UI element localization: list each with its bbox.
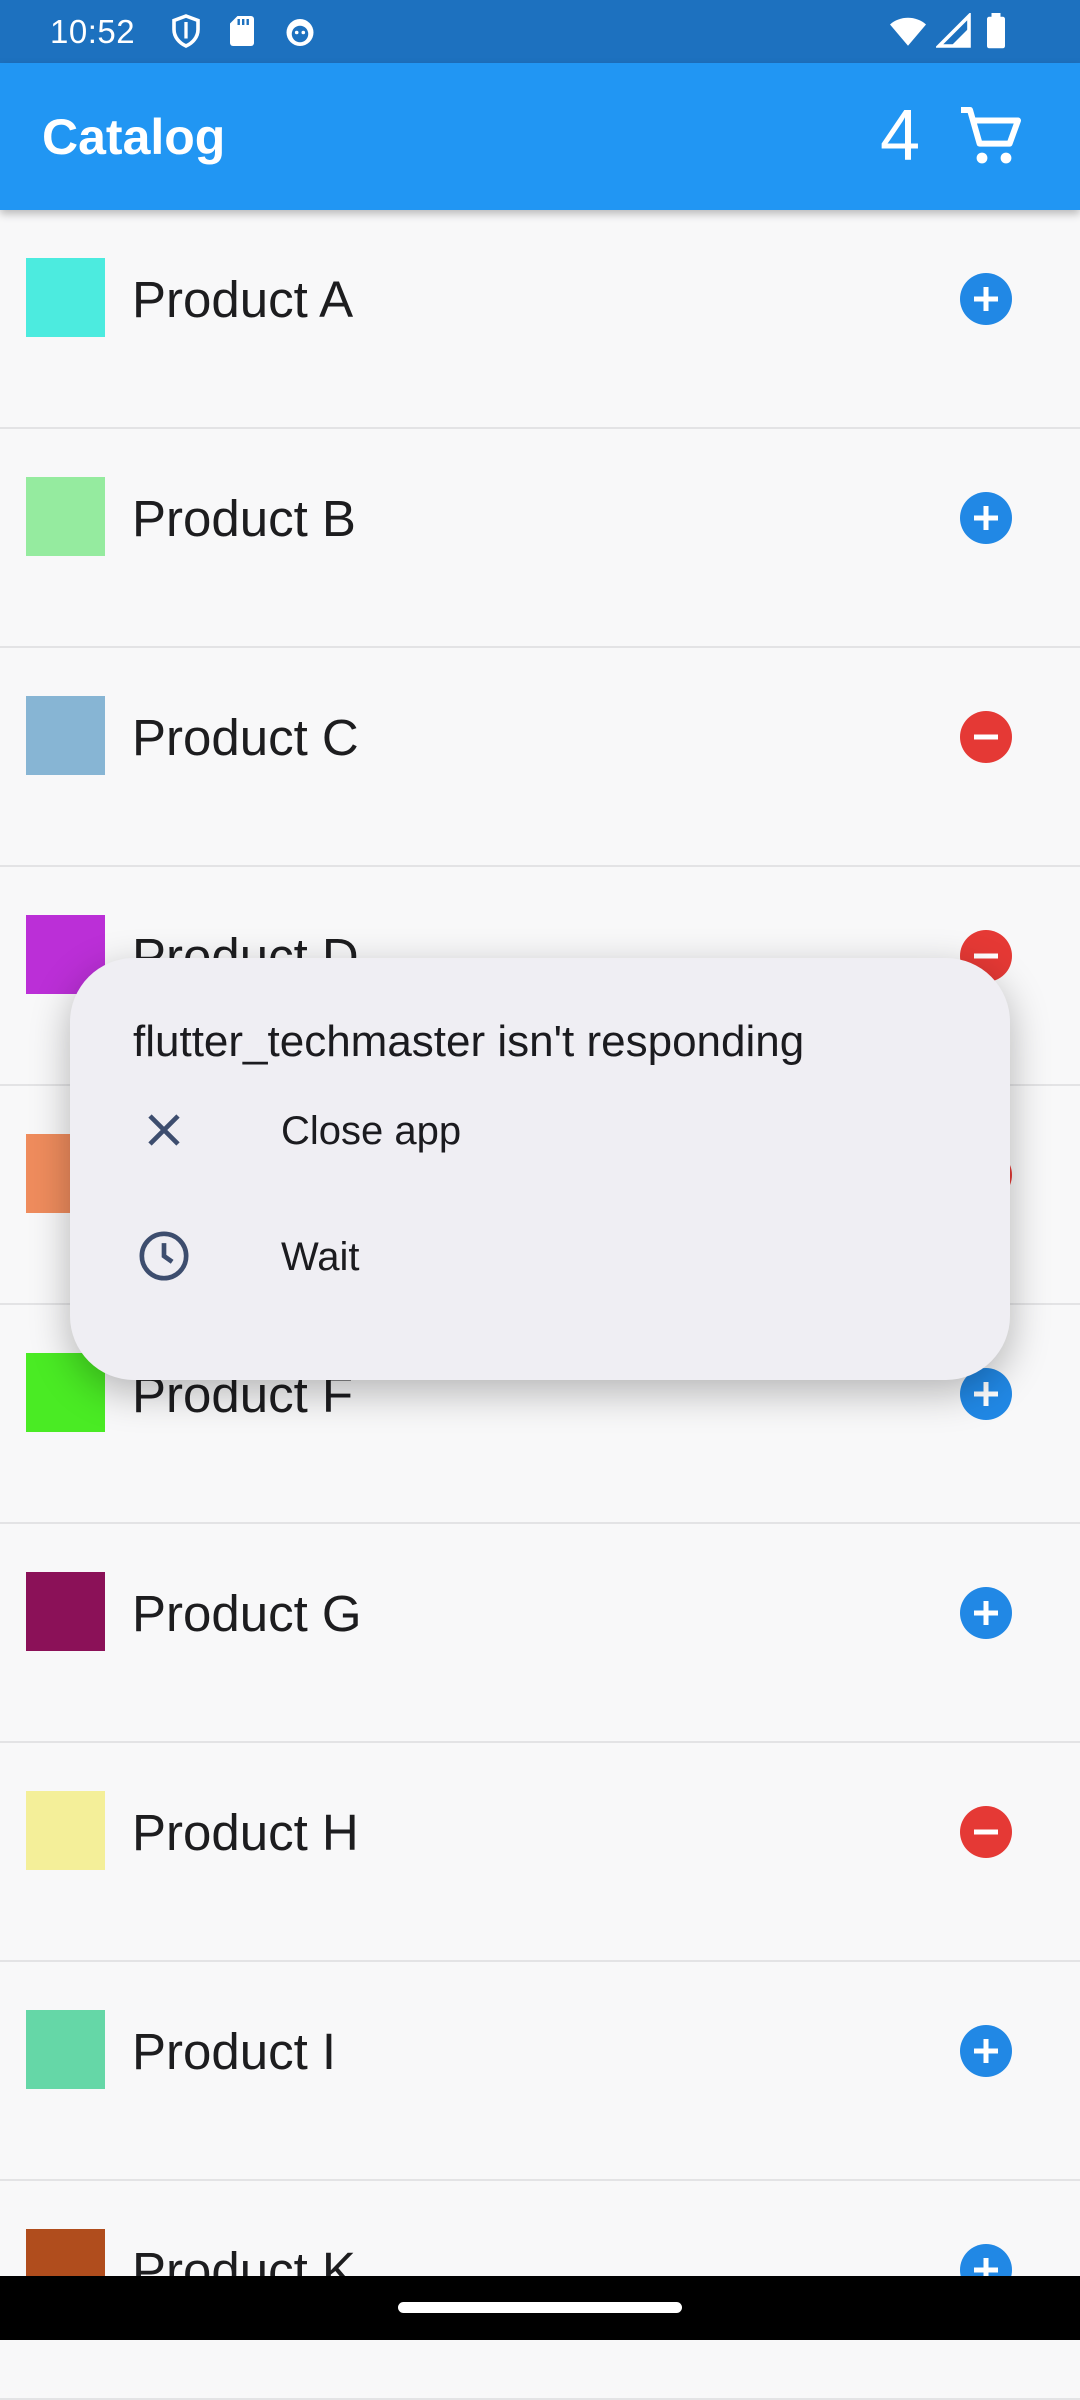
wait-label: Wait bbox=[281, 1235, 360, 1279]
anr-dialog: flutter_techmaster isn't responding Clos… bbox=[70, 958, 1010, 1380]
product-name: Product G bbox=[132, 1585, 362, 1642]
close-icon bbox=[136, 1102, 192, 1158]
shopping-cart-icon[interactable] bbox=[955, 101, 1027, 173]
add-to-cart-icon[interactable] bbox=[960, 1587, 1012, 1639]
navigation-bar bbox=[0, 2276, 1080, 2340]
close-app-label: Close app bbox=[281, 1109, 462, 1153]
product-name: Product H bbox=[132, 1804, 359, 1861]
list-item: Product C bbox=[0, 648, 1080, 867]
signal-icon bbox=[934, 11, 972, 49]
home-handle[interactable] bbox=[398, 2302, 682, 2313]
app-bar: Catalog 4 bbox=[0, 63, 1080, 210]
clock-icon bbox=[136, 1228, 192, 1284]
product-name: Product C bbox=[132, 709, 359, 766]
page-title: Catalog bbox=[42, 109, 226, 165]
list-item: Product H bbox=[0, 1743, 1080, 1962]
wifi-icon bbox=[888, 13, 928, 49]
remove-from-cart-icon[interactable] bbox=[960, 711, 1012, 763]
add-to-cart-icon[interactable] bbox=[960, 2025, 1012, 2077]
sd-card-icon bbox=[224, 13, 260, 49]
battery-icon bbox=[984, 13, 1008, 49]
product-color-swatch bbox=[26, 696, 105, 775]
android-debug-icon bbox=[282, 13, 318, 49]
shield-icon bbox=[168, 13, 204, 49]
list-item: Product A bbox=[0, 210, 1080, 429]
wait-button[interactable]: Wait bbox=[70, 1196, 1010, 1314]
add-to-cart-icon[interactable] bbox=[960, 273, 1012, 325]
list-item: Product B bbox=[0, 429, 1080, 648]
product-color-swatch bbox=[26, 477, 105, 556]
remove-from-cart-icon[interactable] bbox=[960, 1806, 1012, 1858]
add-to-cart-icon[interactable] bbox=[960, 492, 1012, 544]
product-color-swatch bbox=[26, 1791, 105, 1870]
product-name: Product I bbox=[132, 2023, 337, 2080]
cart-count: 4 bbox=[880, 96, 921, 176]
status-time: 10:52 bbox=[50, 13, 136, 50]
close-app-button[interactable]: Close app bbox=[70, 1070, 1010, 1188]
list-item: Product I bbox=[0, 1962, 1080, 2181]
product-name: Product A bbox=[132, 271, 354, 328]
product-color-swatch bbox=[26, 258, 105, 337]
list-item: Product G bbox=[0, 1524, 1080, 1743]
product-color-swatch bbox=[26, 1572, 105, 1651]
dialog-title: flutter_techmaster isn't responding bbox=[133, 1017, 805, 1066]
status-bar: 10:52 bbox=[0, 0, 1080, 63]
product-color-swatch bbox=[26, 2010, 105, 2089]
product-name: Product B bbox=[132, 490, 356, 547]
